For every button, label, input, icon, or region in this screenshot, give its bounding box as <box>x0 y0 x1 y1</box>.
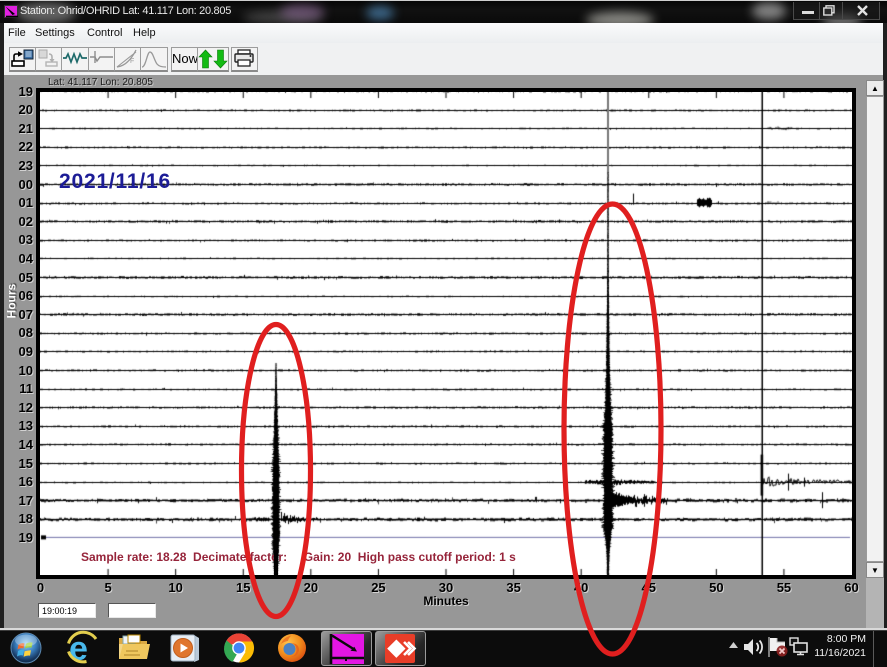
svg-text:F: F <box>130 58 134 65</box>
